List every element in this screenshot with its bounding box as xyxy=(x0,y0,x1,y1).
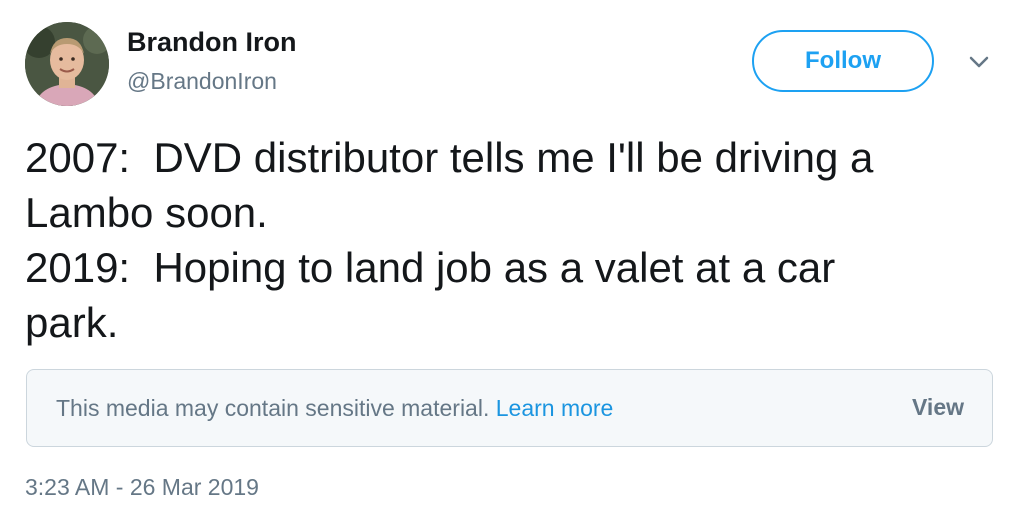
follow-button[interactable]: Follow xyxy=(752,30,934,92)
view-button[interactable]: View xyxy=(912,394,964,421)
author-display-name[interactable]: Brandon Iron xyxy=(127,27,297,58)
author-handle[interactable]: @BrandonIron xyxy=(127,68,277,95)
sensitive-media-warning: This media may contain sensitive materia… xyxy=(26,369,993,447)
sensitive-media-message-line: This media may contain sensitive materia… xyxy=(56,395,613,422)
chevron-down-icon[interactable] xyxy=(962,48,996,78)
tweet-card: Brandon Iron @BrandonIron Follow 2007: D… xyxy=(0,0,1024,521)
tweet-text: 2007: DVD distributor tells me I'll be d… xyxy=(25,134,874,346)
learn-more-link[interactable]: Learn more xyxy=(496,395,614,421)
sensitive-media-message: This media may contain sensitive materia… xyxy=(56,395,490,421)
avatar[interactable] xyxy=(25,22,109,106)
avatar-photo xyxy=(25,22,109,106)
timestamp[interactable]: 3:23 AM - 26 Mar 2019 xyxy=(25,474,259,501)
